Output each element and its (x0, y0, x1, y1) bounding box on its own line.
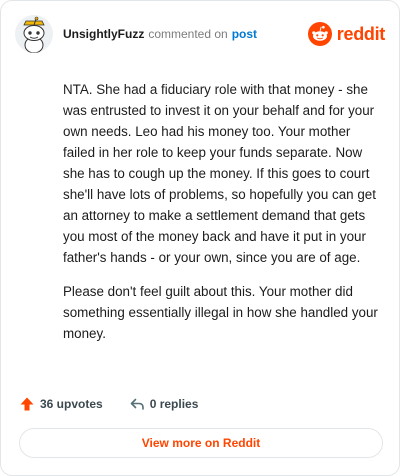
user-avatar[interactable] (15, 15, 53, 53)
comment-paragraph: NTA. She had a fiduciary role with that … (63, 82, 376, 265)
commented-on-text: commented on (148, 27, 228, 41)
reply-button[interactable]: 0 replies (129, 396, 199, 412)
snoo-avatar-icon (15, 15, 53, 53)
post-link[interactable]: post (232, 27, 257, 41)
upvote-count: 36 upvotes (40, 397, 103, 411)
upvote-button[interactable]: 36 upvotes (19, 396, 103, 412)
reply-count: 0 replies (149, 397, 199, 411)
comment-meta: UnsightlyFuzz commented on post (63, 27, 257, 41)
upvote-arrow-icon (20, 397, 34, 411)
reddit-comment-card: UnsightlyFuzz commented on post reddit N… (0, 0, 400, 476)
comment-header: UnsightlyFuzz commented on post reddit (15, 13, 385, 55)
username[interactable]: UnsightlyFuzz (63, 27, 144, 41)
reddit-snoo-icon (307, 22, 332, 46)
comment-body: NTA. She had a fiduciary role with that … (63, 79, 381, 357)
view-more-button[interactable]: View more on Reddit (19, 428, 383, 458)
reply-arrow-icon (130, 398, 144, 410)
reddit-logo[interactable]: reddit (307, 22, 386, 46)
comment-paragraph: Please don't feel guilt about this. Your… (63, 284, 378, 341)
reddit-wordmark: reddit (336, 23, 386, 44)
comment-actions: 36 upvotes 0 replies (19, 393, 224, 415)
